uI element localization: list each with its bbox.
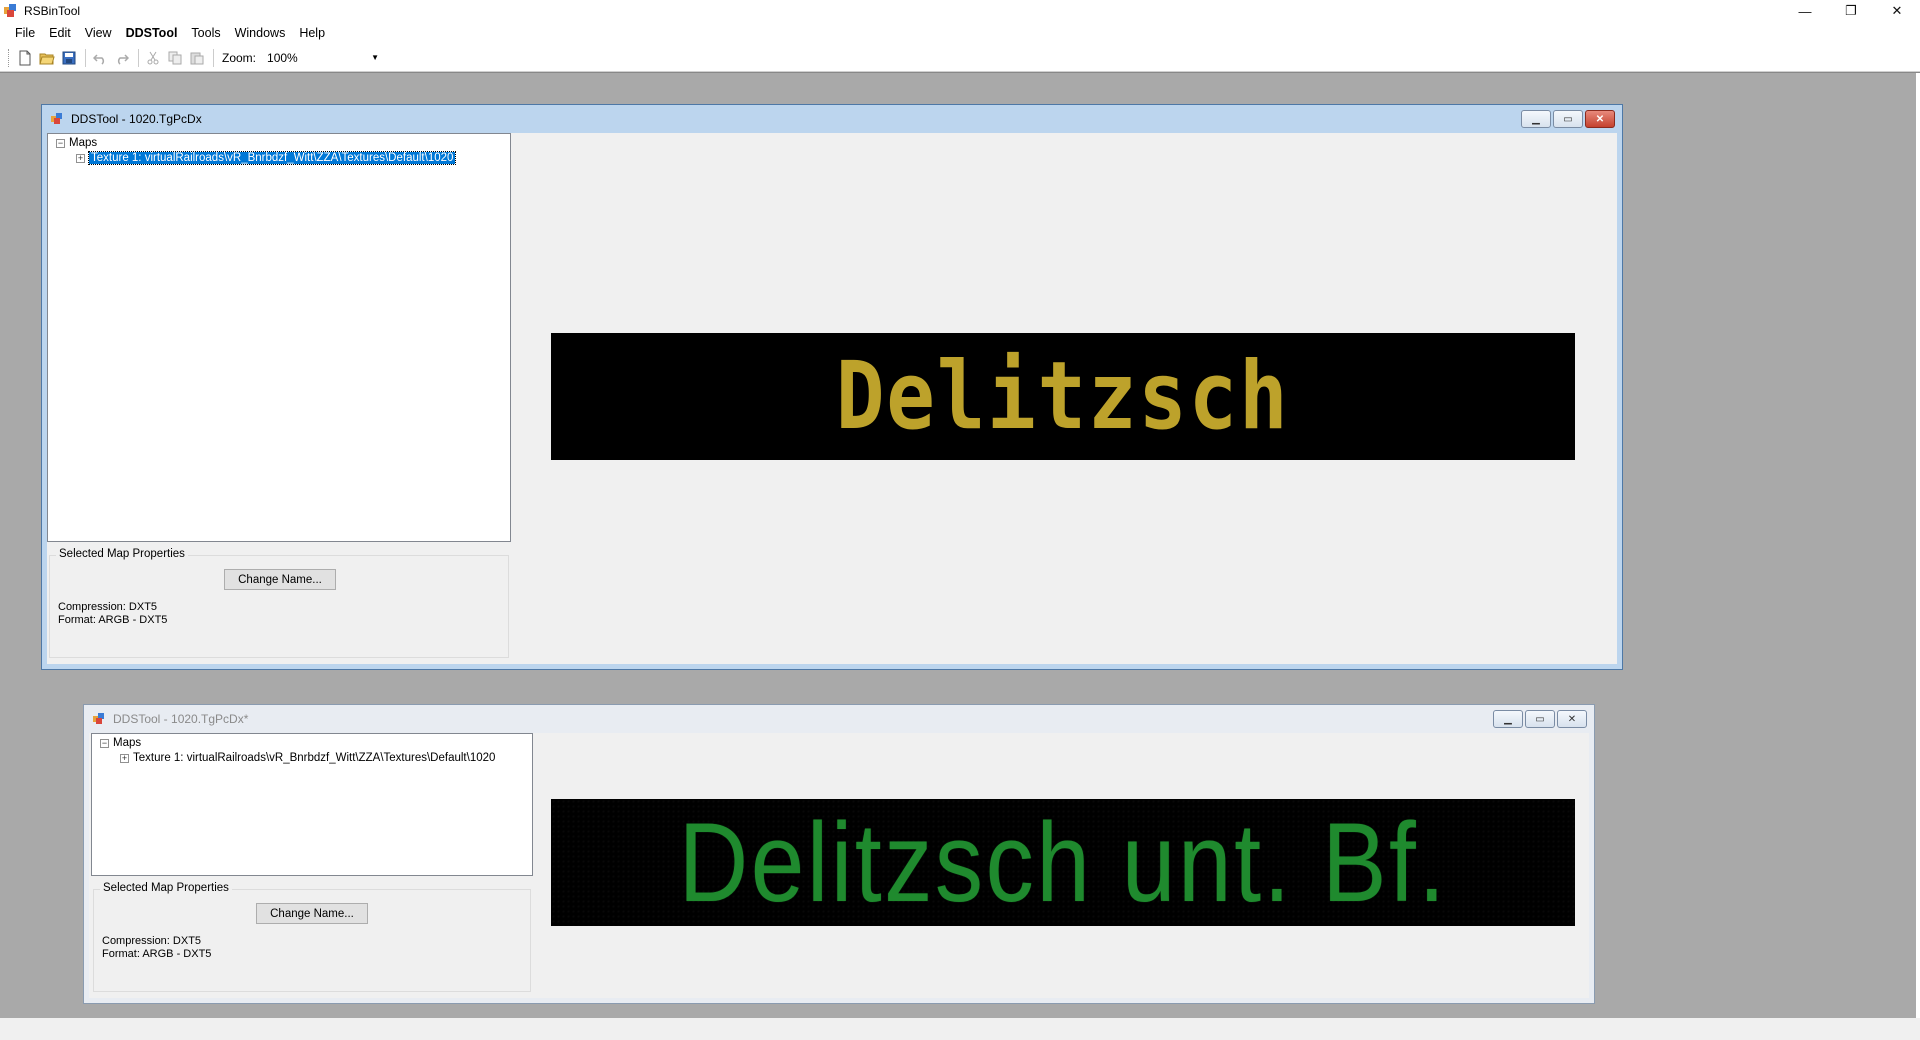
mdi-edge: [1916, 73, 1920, 1019]
tree-node-texture[interactable]: + Texture 1: virtualRailroads\vR_Bnrbdzf…: [120, 752, 495, 764]
tree-node-texture[interactable]: + Texture 1: virtualRailroads\vR_Bnrbdzf…: [76, 151, 457, 165]
ddstool-icon: [51, 113, 65, 125]
menu-tools[interactable]: Tools: [184, 22, 227, 44]
child-titlebar[interactable]: DDSTool - 1020.TgPcDx* ▁ ▭ ✕: [89, 705, 1589, 733]
toolbar-grip[interactable]: [8, 48, 11, 67]
toolbar-separator: [213, 48, 214, 67]
tree-label-texture: Texture 1: virtualRailroads\vR_Bnrbdzf_W…: [133, 752, 496, 764]
selected-map-properties-group: Selected Map Properties Change Name... C…: [93, 882, 531, 992]
restore-button[interactable]: ❐: [1828, 0, 1874, 22]
minimize-button[interactable]: —: [1782, 0, 1828, 22]
close-button[interactable]: ✕: [1557, 710, 1587, 728]
zoom-label: Zoom:: [222, 50, 257, 65]
ddstool-window-1[interactable]: DDSTool - 1020.TgPcDx ▁ ▭ ✕ − Maps + Tex…: [41, 104, 1623, 670]
change-name-button[interactable]: Change Name...: [224, 569, 336, 590]
app-icon: [4, 4, 18, 18]
collapse-icon[interactable]: −: [100, 738, 109, 748]
compression-value: Compression: DXT5: [58, 601, 158, 613]
menu-help[interactable]: Help: [292, 22, 332, 44]
tree-label-texture: Texture 1: virtualRailroads\vR_Bnrbdzf_W…: [87, 151, 457, 165]
child-body: − Maps + Texture 1: virtualRailroads\vR_…: [89, 733, 1589, 998]
format-value: Format: ARGB - DXT5: [58, 614, 168, 626]
minimize-button[interactable]: ▁: [1521, 110, 1551, 128]
menu-bar: File Edit View DDSTool Tools Windows Hel…: [0, 22, 1920, 44]
expand-icon[interactable]: +: [76, 153, 85, 163]
maximize-button[interactable]: ▭: [1525, 710, 1555, 728]
tree-node-maps[interactable]: − Maps: [56, 137, 97, 149]
zoom-select[interactable]: 100% ▼: [262, 48, 384, 68]
preview-text: Delitzsch unt. Bf.: [678, 800, 1448, 925]
undo-icon[interactable]: [90, 48, 110, 68]
child-body: − Maps + Texture 1: virtualRailroads\vR_…: [47, 133, 1617, 664]
selected-map-properties-group: Selected Map Properties Change Name... C…: [49, 548, 509, 658]
maps-tree[interactable]: − Maps + Texture 1: virtualRailroads\vR_…: [91, 733, 533, 876]
status-strip: [0, 1018, 1920, 1040]
maximize-button[interactable]: ▭: [1553, 110, 1583, 128]
chevron-down-icon: ▼: [371, 53, 380, 62]
format-value: Format: ARGB - DXT5: [102, 948, 212, 960]
close-button[interactable]: ✕: [1585, 110, 1615, 128]
preview-text: Delitzsch: [836, 342, 1290, 451]
tree-label-maps: Maps: [69, 137, 98, 149]
toolbar-separator: [138, 48, 139, 67]
texture-preview: Delitzsch: [551, 333, 1575, 460]
change-name-button[interactable]: Change Name...: [256, 903, 368, 924]
minimize-button[interactable]: ▁: [1493, 710, 1523, 728]
app-titlebar: RSBinTool — ❐ ✕: [0, 0, 1920, 22]
cut-icon[interactable]: [143, 48, 163, 68]
close-button[interactable]: ✕: [1874, 0, 1920, 22]
paste-icon[interactable]: [187, 48, 207, 68]
texture-preview: Delitzsch unt. Bf.: [551, 799, 1575, 926]
expand-icon[interactable]: +: [120, 753, 129, 763]
menu-windows[interactable]: Windows: [228, 22, 293, 44]
window-title: DDSTool - 1020.TgPcDx: [71, 112, 202, 126]
copy-icon[interactable]: [165, 48, 185, 68]
toolbar: Zoom: 100% ▼: [0, 44, 1920, 72]
new-file-icon[interactable]: [15, 48, 35, 68]
collapse-icon[interactable]: −: [56, 138, 65, 148]
menu-ddstool[interactable]: DDSTool: [119, 22, 185, 44]
maps-tree[interactable]: − Maps + Texture 1: virtualRailroads\vR_…: [47, 133, 511, 542]
menu-view[interactable]: View: [78, 22, 119, 44]
ddstool-icon: [93, 713, 107, 725]
menu-edit[interactable]: Edit: [42, 22, 78, 44]
toolbar-separator: [85, 48, 86, 67]
mdi-client-area: DDSTool - 1020.TgPcDx ▁ ▭ ✕ − Maps + Tex…: [0, 72, 1920, 1019]
open-folder-icon[interactable]: [37, 48, 57, 68]
app-title: RSBinTool: [24, 4, 81, 18]
ddstool-window-2[interactable]: DDSTool - 1020.TgPcDx* ▁ ▭ ✕ − Maps + Te…: [83, 704, 1595, 1004]
group-title: Selected Map Properties: [100, 882, 232, 894]
zoom-value: 100%: [267, 50, 298, 65]
tree-node-maps[interactable]: − Maps: [100, 737, 141, 749]
compression-value: Compression: DXT5: [102, 935, 202, 947]
redo-icon[interactable]: [112, 48, 132, 68]
group-title: Selected Map Properties: [56, 548, 188, 560]
menu-file[interactable]: File: [8, 22, 42, 44]
window-title: DDSTool - 1020.TgPcDx*: [113, 712, 249, 726]
tree-label-maps: Maps: [113, 737, 142, 749]
save-icon[interactable]: [59, 48, 79, 68]
child-titlebar[interactable]: DDSTool - 1020.TgPcDx ▁ ▭ ✕: [47, 105, 1617, 133]
